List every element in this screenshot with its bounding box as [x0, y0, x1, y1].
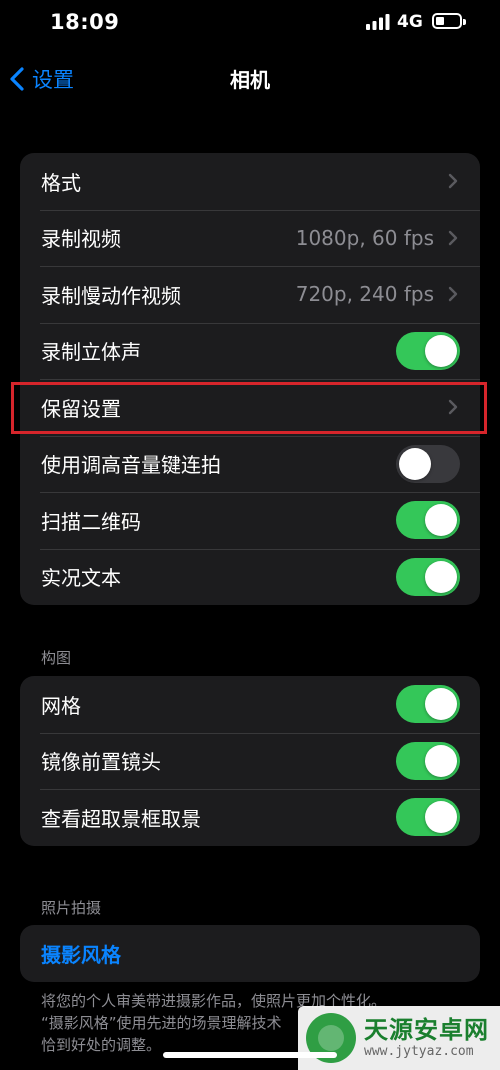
toggle-switch[interactable] — [396, 501, 460, 540]
toggle-knob — [399, 447, 431, 480]
watermark-url: www.jytyaz.com — [364, 1044, 474, 1059]
settings-row-5[interactable]: 保留设置 — [20, 379, 480, 436]
status-bar: 18:09 4G — [0, 0, 500, 46]
section-header-composition: 构图 — [41, 649, 72, 667]
section-header-photo-capture: 照片拍摄 — [41, 899, 102, 917]
settings-row-3[interactable]: 录制慢动作视频 720p, 240 fps — [20, 266, 480, 323]
chevron-right-icon — [448, 230, 458, 245]
composition-settings-group: 网格镜像前置镜头查看超取景框取景 — [20, 676, 480, 846]
toggle-switch[interactable] — [396, 798, 460, 837]
settings-row-1[interactable]: 格式 — [20, 153, 480, 210]
watermark-title: 天源安卓网 — [364, 1016, 489, 1044]
row-label: 格式 — [41, 170, 81, 195]
settings-row-4: 录制立体声 — [20, 322, 480, 380]
battery-icon — [432, 13, 466, 29]
settings-row-3: 查看超取景框取景 — [20, 789, 480, 846]
row-label: 录制慢动作视频 — [41, 283, 181, 308]
row-label: 网格 — [41, 693, 81, 718]
navigation-bar: 设置 相机 — [0, 56, 500, 102]
status-time: 18:09 — [50, 10, 120, 34]
row-label: 实况文本 — [41, 566, 121, 591]
row-label: 镜像前置镜头 — [41, 750, 161, 775]
network-type: 4G — [397, 12, 423, 32]
watermark: 天源安卓网 www.jytyaz.com — [298, 1006, 500, 1070]
home-indicator — [163, 1052, 337, 1058]
row-label: 使用调高音量键连拍 — [41, 453, 221, 478]
settings-row-7: 扫描二维码 — [20, 492, 480, 549]
toggle-switch[interactable] — [396, 331, 460, 370]
toggle-knob — [425, 801, 457, 834]
toggle-knob — [425, 504, 457, 537]
settings-row-6: 使用调高音量键连拍 — [20, 435, 480, 493]
chevron-right-icon — [448, 174, 458, 189]
row-label: 保留设置 — [41, 396, 121, 421]
row-label: 录制视频 — [41, 227, 121, 252]
settings-row-1: 网格 — [20, 676, 480, 733]
photographic-styles-label: 摄影风格 — [41, 942, 121, 967]
toggle-knob — [425, 560, 457, 593]
camera-settings-group: 格式 录制视频 1080p, 60 fps 录制慢动作视频 720p, 240 fps 录… — [20, 153, 480, 605]
toggle-switch[interactable] — [396, 444, 460, 483]
toggle-switch[interactable] — [396, 685, 460, 724]
row-value: 720p, 240 fps — [295, 282, 434, 307]
toggle-knob — [425, 334, 457, 367]
chevron-right-icon — [448, 400, 458, 415]
row-label: 查看超取景框取景 — [41, 806, 201, 831]
row-label: 录制立体声 — [41, 340, 141, 365]
row-label: 扫描二维码 — [41, 509, 141, 534]
photo-styles-group: 摄影风格 — [20, 925, 480, 982]
toggle-switch[interactable] — [396, 557, 460, 596]
battery-level — [436, 17, 444, 25]
settings-row-2: 镜像前置镜头 — [20, 732, 480, 790]
settings-row-2[interactable]: 录制视频 1080p, 60 fps — [20, 209, 480, 267]
photographic-styles-button[interactable]: 摄影风格 — [20, 925, 480, 982]
toggle-knob — [425, 688, 457, 721]
chevron-right-icon — [448, 287, 458, 302]
settings-row-8: 实况文本 — [20, 548, 480, 606]
toggle-knob — [425, 744, 457, 777]
row-value: 1080p, 60 fps — [295, 225, 434, 250]
toggle-switch[interactable] — [396, 741, 460, 780]
page-title: 相机 — [230, 68, 270, 92]
cellular-signal-icon — [366, 14, 390, 30]
